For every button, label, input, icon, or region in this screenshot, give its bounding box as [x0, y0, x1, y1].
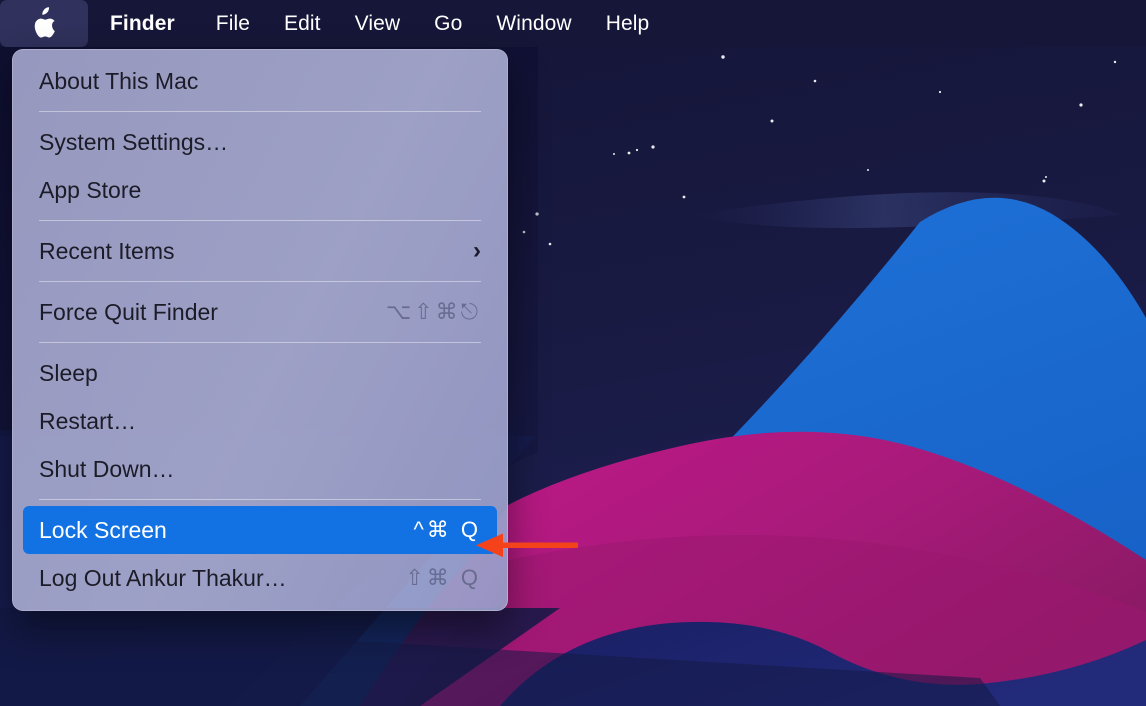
menu-item-label: Log Out Ankur Thakur… — [39, 564, 287, 591]
apple-menu-button[interactable] — [0, 0, 88, 47]
menu-item-label: Force Quit Finder — [39, 298, 218, 325]
menu-bar-item-edit[interactable]: Edit — [267, 0, 338, 47]
menu-item-force-quit-finder[interactable]: Force Quit Finder ⌥⇧⌘⎋ — [23, 288, 497, 336]
macos-menu-bar: Finder File Edit View Go Window Help — [0, 0, 1146, 47]
menu-item-label: About This Mac — [39, 67, 199, 94]
menu-bar-item-view[interactable]: View — [338, 0, 418, 47]
menu-item-lock-screen[interactable]: Lock Screen ^⌘ Q — [23, 506, 497, 554]
menu-bar-item-help[interactable]: Help — [589, 0, 667, 47]
menu-separator — [39, 342, 481, 343]
menu-item-label: Restart… — [39, 407, 137, 434]
menu-item-about-this-mac[interactable]: About This Mac — [23, 57, 497, 105]
menu-item-system-settings[interactable]: System Settings… — [23, 118, 497, 166]
chevron-right-icon: › — [473, 237, 481, 264]
menu-item-recent-items[interactable]: Recent Items › — [23, 227, 497, 275]
desktop-screen: Finder File Edit View Go Window Help Abo… — [0, 0, 1146, 706]
menu-item-restart[interactable]: Restart… — [23, 397, 497, 445]
menu-bar-item-file[interactable]: File — [199, 0, 267, 47]
menu-separator — [39, 499, 481, 500]
menu-item-shortcut: ⌥⇧⌘⎋ — [385, 299, 481, 324]
menu-separator — [39, 281, 481, 282]
menu-item-label: Sleep — [39, 359, 98, 386]
menu-item-label: Lock Screen — [39, 516, 167, 543]
menu-item-label: System Settings… — [39, 128, 229, 155]
menu-separator — [39, 111, 481, 112]
menu-item-log-out[interactable]: Log Out Ankur Thakur… ⇧⌘ Q — [23, 554, 497, 602]
menu-bar-item-go[interactable]: Go — [417, 0, 479, 47]
menu-item-label: Shut Down… — [39, 455, 175, 482]
menu-bar-item-window[interactable]: Window — [479, 0, 588, 47]
menu-item-label: App Store — [39, 176, 142, 203]
annotation-arrow — [470, 528, 580, 569]
menu-separator — [39, 220, 481, 221]
apple-dropdown-menu: About This Mac System Settings… App Stor… — [12, 49, 508, 611]
menu-item-app-store[interactable]: App Store — [23, 166, 497, 214]
menu-bar-item-finder[interactable]: Finder — [88, 0, 199, 47]
menu-item-label: Recent Items — [39, 237, 175, 264]
menu-item-shut-down[interactable]: Shut Down… — [23, 445, 497, 493]
apple-logo-icon — [31, 7, 58, 40]
menu-item-sleep[interactable]: Sleep — [23, 349, 497, 397]
